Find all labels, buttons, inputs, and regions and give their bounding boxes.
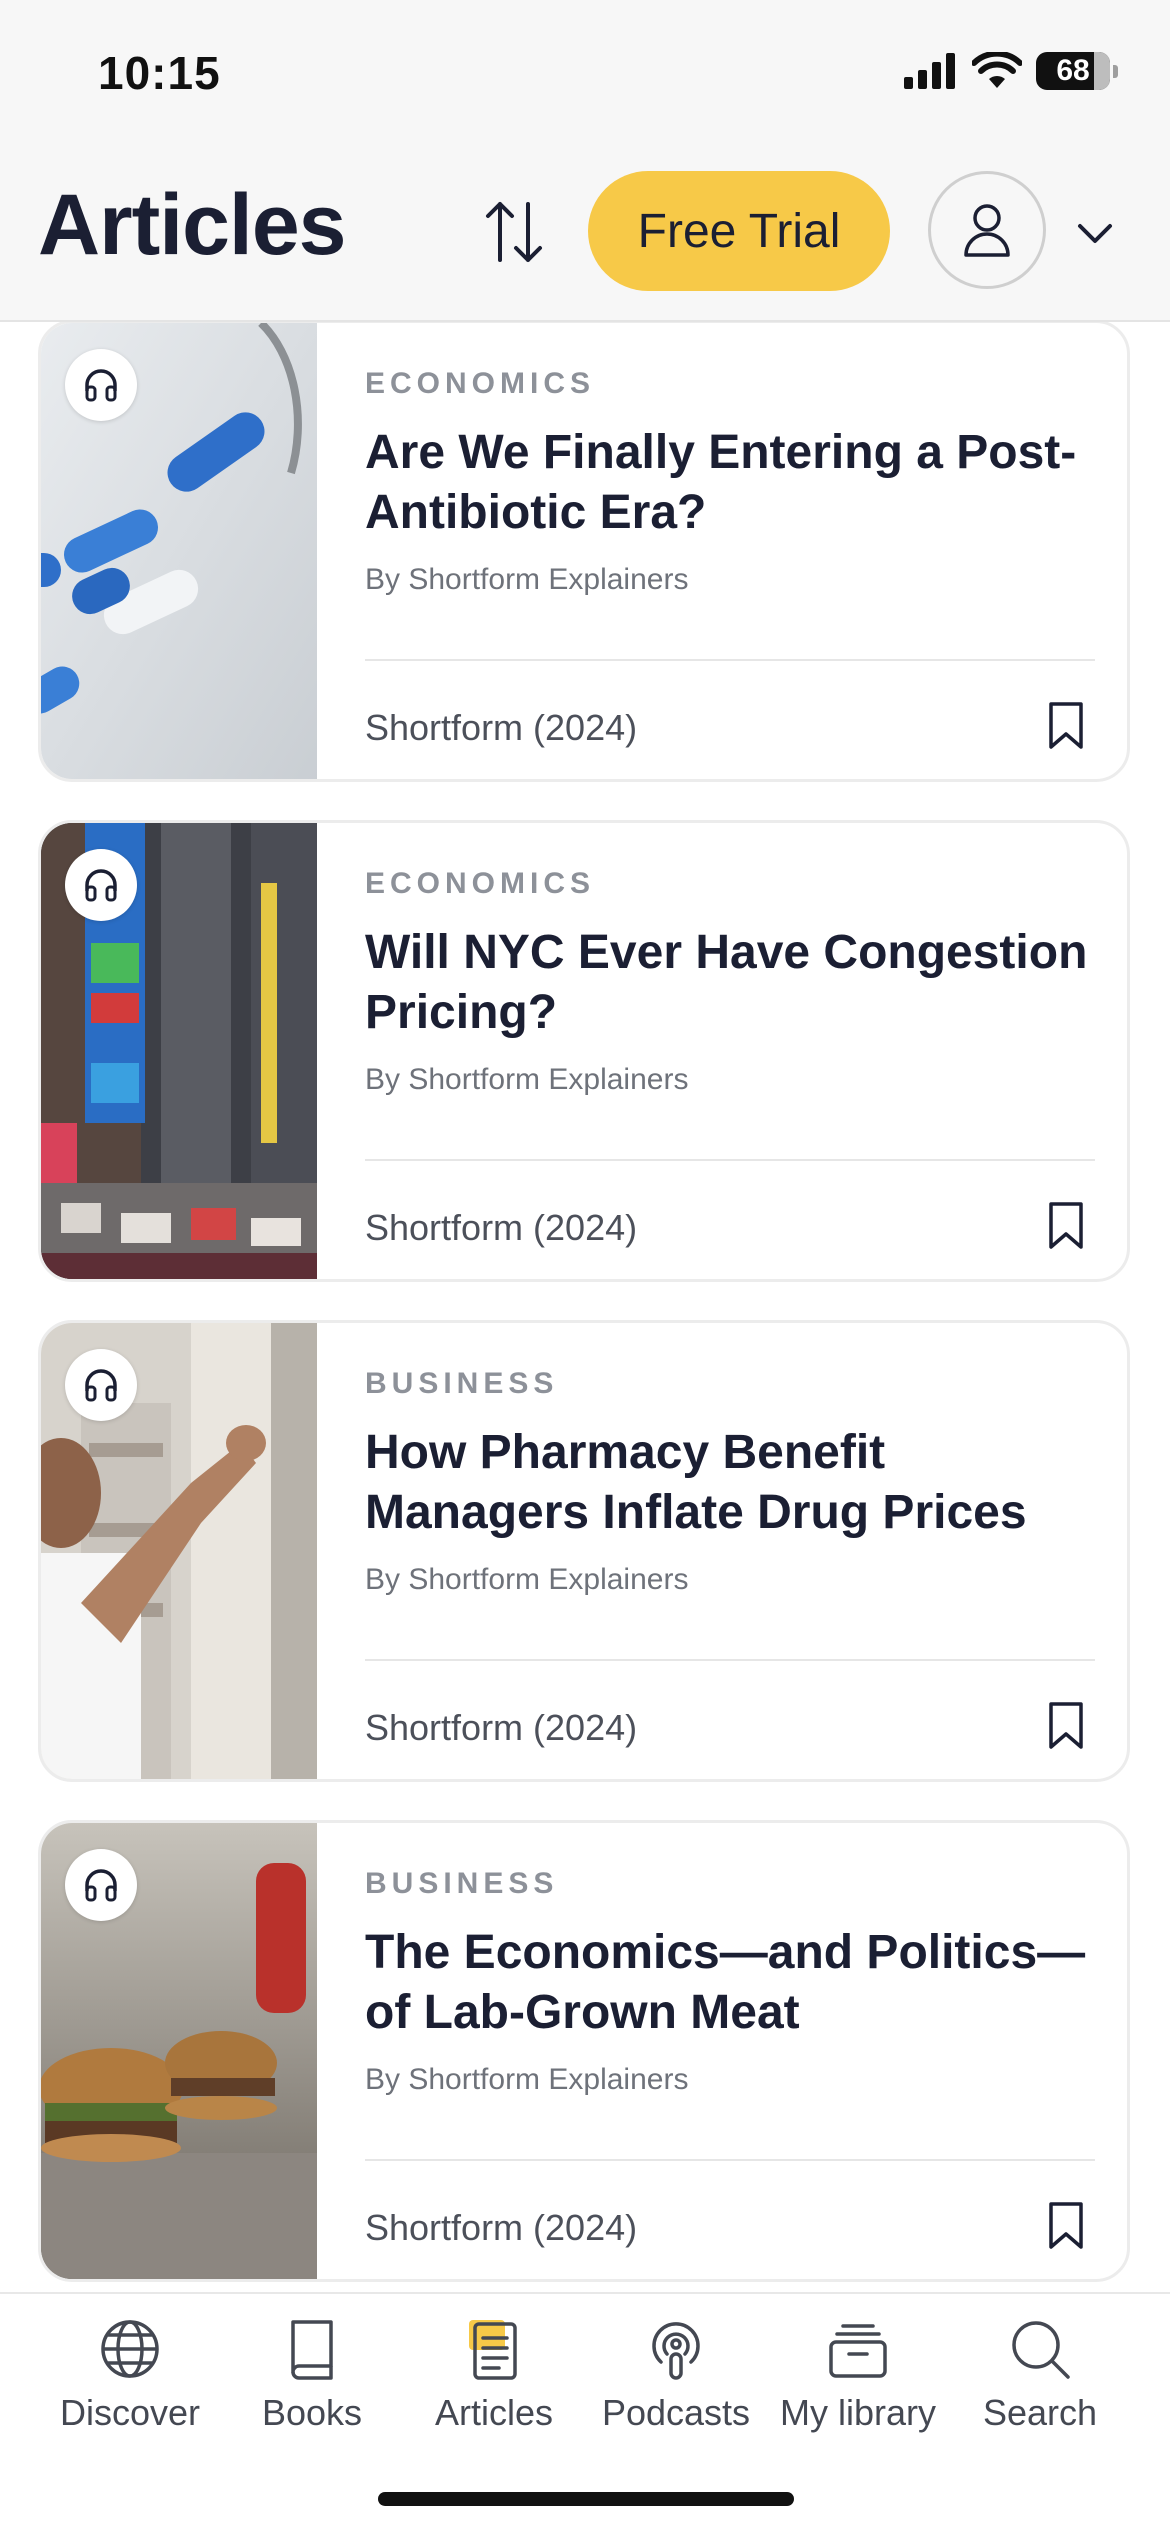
cellular-signal-icon [904,53,955,89]
article-category: ECONOMICS [365,867,596,900]
bookmark-icon[interactable] [1047,2201,1085,2251]
tab-podcasts[interactable]: Podcasts [586,2316,766,2456]
bookmark-icon[interactable] [1047,701,1085,751]
article-author: By Shortform Explainers [365,1063,689,1096]
article-list[interactable]: ECONOMICS Are We Finally Entering a Post… [0,322,1170,2292]
search-icon [1012,2321,1070,2379]
divider [365,1159,1095,1161]
headphones-icon [85,1869,117,1902]
article-source: Shortform (2024) [365,707,638,748]
tab-my-library[interactable]: My library [768,2316,948,2456]
article-thumbnail [41,1323,317,1779]
article-thumbnail [41,823,317,1279]
article-thumbnail [41,1823,317,2279]
home-indicator[interactable] [378,2492,794,2506]
article-author: By Shortform Explainers [365,2063,689,2096]
profile-avatar-button[interactable] [928,171,1046,289]
headphones-icon [85,369,117,402]
bookmark-icon[interactable] [1047,1201,1085,1251]
battery-icon: 68 [1036,52,1118,90]
header: Articles Free Trial [0,150,1170,322]
article-source: Shortform (2024) [365,2207,638,2248]
tab-label: Books [261,2392,363,2433]
article-title[interactable]: Will NYC Ever Have Congestion Pricing? [365,923,1095,1043]
headphones-icon [85,1369,117,1402]
tab-label: Podcasts [601,2392,751,2433]
article-author: By Shortform Explainers [365,1563,689,1596]
article-author: By Shortform Explainers [365,563,689,596]
wifi-icon [972,52,1022,88]
sort-icon [486,202,542,262]
status-icons: 68 [904,52,1118,90]
status-time: 10:15 [98,47,221,99]
sort-button[interactable] [482,196,546,268]
status-bar: 10:15 68 [0,0,1170,150]
article-category: BUSINESS [365,1867,559,1900]
article-card[interactable]: BUSINESS How Pharmacy Benefit Managers I… [38,1320,1130,1782]
tab-books[interactable]: Books [222,2316,402,2456]
bookmark-icon[interactable] [1047,1701,1085,1751]
library-icon [829,2324,887,2378]
battery-level: 68 [1056,54,1090,87]
article-body: BUSINESS The Economics—and Politics—of L… [365,1823,1095,2279]
audio-badge [65,1849,137,1921]
article-card[interactable]: BUSINESS The Economics—and Politics—of L… [38,1820,1130,2282]
globe-icon [101,2320,159,2378]
article-category: BUSINESS [365,1367,559,1400]
article-title[interactable]: Are We Finally Entering a Post-Antibioti… [365,423,1095,543]
tab-label: Articles [434,2392,554,2433]
user-icon [964,204,1010,257]
divider [365,2159,1095,2161]
tab-label: Search [982,2392,1098,2433]
page-title: Articles [38,177,346,273]
article-body: ECONOMICS Will NYC Ever Have Congestion … [365,823,1095,1279]
divider [365,1659,1095,1661]
article-category: ECONOMICS [365,367,596,400]
headphones-icon [85,869,117,902]
article-card[interactable]: ECONOMICS Are We Finally Entering a Post… [38,322,1130,782]
audio-badge [65,1349,137,1421]
article-title[interactable]: The Economics—and Politics—of Lab-Grown … [365,1923,1095,2043]
article-icon [469,2320,517,2380]
article-body: ECONOMICS Are We Finally Entering a Post… [365,323,1095,779]
article-title[interactable]: How Pharmacy Benefit Managers Inflate Dr… [365,1423,1095,1543]
article-card[interactable]: ECONOMICS Will NYC Ever Have Congestion … [38,820,1130,1282]
article-source: Shortform (2024) [365,1207,638,1248]
podcast-icon [652,2322,700,2380]
free-trial-button[interactable]: Free Trial [588,171,890,291]
article-thumbnail [41,323,317,779]
audio-badge [65,849,137,921]
article-body: BUSINESS How Pharmacy Benefit Managers I… [365,1323,1095,1779]
tab-articles[interactable]: Articles [404,2316,584,2456]
audio-badge [65,349,137,421]
tab-search[interactable]: Search [950,2316,1130,2456]
article-source: Shortform (2024) [365,1707,638,1748]
divider [365,659,1095,661]
chevron-down-icon[interactable] [1072,210,1118,256]
tab-label: My library [779,2392,936,2433]
book-icon [291,2320,333,2380]
tab-label: Discover [59,2392,201,2433]
tab-discover[interactable]: Discover [40,2316,220,2456]
